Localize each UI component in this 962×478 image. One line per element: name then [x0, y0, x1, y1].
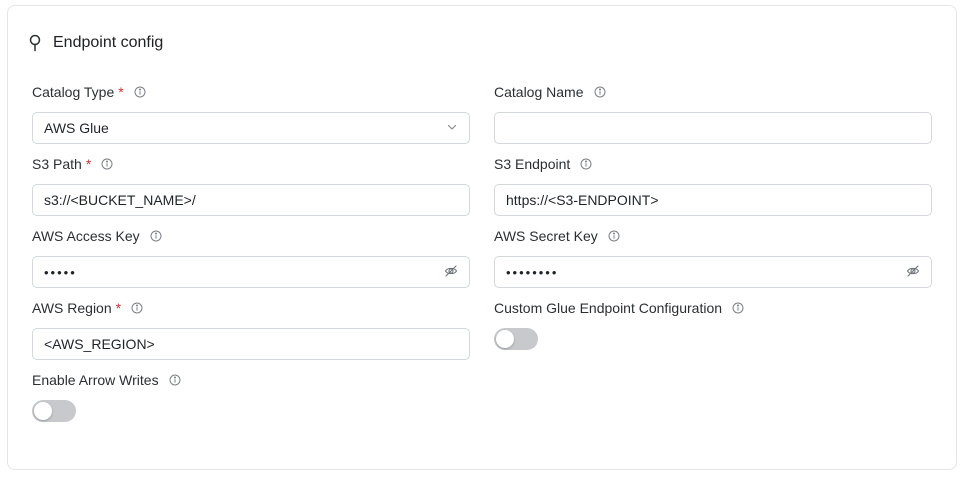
catalog-name-field: Catalog Name: [494, 82, 932, 144]
s3-path-value: s3://<BUCKET_NAME>/: [44, 192, 196, 208]
custom-glue-endpoint-toggle[interactable]: [494, 328, 538, 350]
info-icon[interactable]: [594, 86, 606, 98]
info-icon[interactable]: [134, 86, 146, 98]
toggle-knob: [496, 330, 514, 348]
enable-arrow-writes-field: Enable Arrow Writes: [32, 370, 470, 422]
s3-endpoint-label: S3 Endpoint: [494, 156, 571, 172]
info-icon[interactable]: [608, 230, 620, 242]
catalog-type-select[interactable]: AWS Glue: [32, 112, 470, 144]
catalog-name-input[interactable]: [494, 112, 932, 144]
aws-access-key-value: •••••: [44, 264, 77, 280]
aws-secret-key-label: AWS Secret Key: [494, 228, 598, 244]
enable-arrow-writes-toggle[interactable]: [32, 400, 76, 422]
info-icon[interactable]: [150, 230, 162, 242]
s3-path-input[interactable]: s3://<BUCKET_NAME>/: [32, 184, 470, 216]
aws-secret-key-field: AWS Secret Key ••••••••: [494, 226, 932, 288]
catalog-type-field: Catalog Type * AWS Glue: [32, 82, 470, 144]
s3-endpoint-input[interactable]: https://<S3-ENDPOINT>: [494, 184, 932, 216]
aws-access-key-label: AWS Access Key: [32, 228, 140, 244]
s3-endpoint-value: https://<S3-ENDPOINT>: [506, 192, 659, 208]
info-icon[interactable]: [732, 302, 744, 314]
info-icon[interactable]: [131, 302, 143, 314]
info-icon[interactable]: [169, 374, 181, 386]
eye-off-icon[interactable]: [906, 264, 920, 281]
aws-region-field: AWS Region * <AWS_REGION>: [32, 298, 470, 360]
aws-secret-key-value: ••••••••: [506, 264, 559, 280]
pin-icon: [27, 34, 43, 52]
s3-path-field: S3 Path * s3://<BUCKET_NAME>/: [32, 154, 470, 216]
toggle-knob: [34, 402, 52, 420]
info-icon[interactable]: [580, 158, 592, 170]
aws-region-label: AWS Region: [32, 300, 112, 316]
catalog-name-label: Catalog Name: [494, 84, 584, 100]
eye-off-icon[interactable]: [444, 264, 458, 281]
required-marker: *: [118, 84, 124, 100]
aws-region-value: <AWS_REGION>: [44, 336, 155, 352]
s3-path-label: S3 Path: [32, 156, 82, 172]
custom-glue-endpoint-label: Custom Glue Endpoint Configuration: [494, 300, 723, 316]
aws-access-key-input[interactable]: •••••: [32, 256, 470, 288]
enable-arrow-writes-label: Enable Arrow Writes: [32, 372, 159, 388]
required-marker: *: [85, 156, 92, 172]
aws-region-input[interactable]: <AWS_REGION>: [32, 328, 470, 360]
info-icon[interactable]: [101, 158, 113, 170]
aws-access-key-field: AWS Access Key •••••: [32, 226, 470, 288]
s3-endpoint-field: S3 Endpoint https://<S3-ENDPOINT>: [494, 154, 932, 216]
catalog-type-value: AWS Glue: [44, 120, 109, 136]
chevron-down-icon: [446, 120, 458, 136]
aws-secret-key-input[interactable]: ••••••••: [494, 256, 932, 288]
catalog-type-label: Catalog Type: [32, 84, 115, 100]
custom-glue-endpoint-field: Custom Glue Endpoint Configuration: [494, 298, 932, 350]
panel-title: Endpoint config: [53, 34, 164, 51]
panel-header: Endpoint config: [27, 31, 163, 55]
required-marker: *: [115, 300, 122, 316]
